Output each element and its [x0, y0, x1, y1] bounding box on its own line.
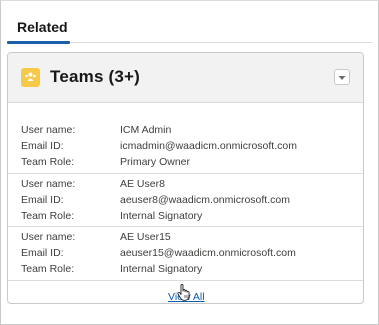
tab-related[interactable]: Related [17, 19, 68, 35]
team-role-label: Team Role: [21, 156, 75, 168]
user-name-value: AE User8 [120, 178, 165, 190]
user-name-value: ICM Admin [120, 124, 172, 136]
team-role-value: Primary Owner [120, 156, 191, 168]
card-menu-button[interactable] [334, 69, 350, 85]
user-name-label: User name: [21, 178, 76, 190]
user-name-value: AE User15 [120, 231, 171, 243]
user-name-row: User name: ICM Admin [8, 124, 363, 140]
team-role-row: Team Role: Internal Signatory [8, 210, 363, 226]
user-name-label: User name: [21, 124, 76, 136]
team-role-label: Team Role: [21, 210, 75, 222]
user-name-row: User name: AE User15 [8, 231, 363, 247]
tab-bar: Related [7, 9, 372, 44]
card-header: Teams (3+) [8, 53, 363, 103]
team-role-label: Team Role: [21, 263, 75, 275]
tab-related-label: Related [17, 19, 68, 35]
email-label: Email ID: [21, 247, 64, 259]
email-label: Email ID: [21, 194, 64, 206]
view-all-link[interactable]: View All [168, 291, 205, 303]
team-record: User name: AE User8 Email ID: aeuser8@wa… [8, 173, 363, 229]
email-row: Email ID: icmadmin@waadicm.onmicrosoft.c… [8, 140, 363, 156]
team-role-row: Team Role: Primary Owner [8, 156, 363, 172]
teams-card: Teams (3+) User name: ICM Admin Email ID… [7, 52, 364, 304]
email-row: Email ID: aeuser15@waadicm.onmicrosoft.c… [8, 247, 363, 263]
team-record: User name: ICM Admin Email ID: icmadmin@… [8, 117, 363, 173]
email-value: icmadmin@waadicm.onmicrosoft.com [120, 140, 297, 152]
email-label: Email ID: [21, 140, 64, 152]
tab-active-indicator [7, 41, 70, 44]
user-name-row: User name: AE User8 [8, 178, 363, 194]
email-value: aeuser15@waadicm.onmicrosoft.com [120, 247, 296, 259]
email-row: Email ID: aeuser8@waadicm.onmicrosoft.co… [8, 194, 363, 210]
related-panel: Related Teams (3+) User name: ICM Admin … [0, 0, 379, 325]
card-title[interactable]: Teams (3+) [50, 67, 140, 87]
team-role-value: Internal Signatory [120, 210, 203, 222]
card-footer: View All [8, 280, 363, 303]
email-value: aeuser8@waadicm.onmicrosoft.com [120, 194, 290, 206]
team-role-value: Internal Signatory [120, 263, 203, 275]
chevron-down-icon [338, 68, 346, 86]
team-icon [21, 68, 40, 87]
team-record: User name: AE User15 Email ID: aeuser15@… [8, 226, 363, 282]
team-role-row: Team Role: Internal Signatory [8, 263, 363, 279]
user-name-label: User name: [21, 231, 76, 243]
